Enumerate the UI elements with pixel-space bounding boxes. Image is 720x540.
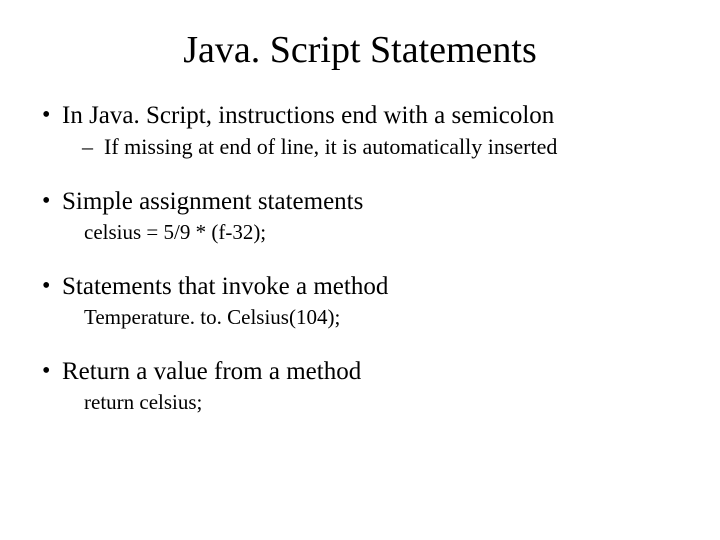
code-example: Temperature. to. Celsius(104); xyxy=(62,305,690,330)
sub-list: If missing at end of line, it is automat… xyxy=(62,134,690,160)
bullet-list: In Java. Script, instructions end with a… xyxy=(30,102,690,415)
code-example: celsius = 5/9 * (f-32); xyxy=(62,220,690,245)
sub-text: If missing at end of line, it is automat… xyxy=(104,134,557,159)
list-item: Simple assignment statements celsius = 5… xyxy=(38,188,690,245)
bullet-text: Return a value from a method xyxy=(62,358,361,385)
bullet-text: Statements that invoke a method xyxy=(62,273,388,300)
list-item: Return a value from a method return cels… xyxy=(38,358,690,415)
bullet-text: Simple assignment statements xyxy=(62,188,363,215)
list-item: Statements that invoke a method Temperat… xyxy=(38,273,690,330)
sub-item: If missing at end of line, it is automat… xyxy=(82,134,690,160)
list-item: In Java. Script, instructions end with a… xyxy=(38,102,690,160)
slide-title: Java. Script Statements xyxy=(30,28,690,72)
code-example: return celsius; xyxy=(62,390,690,415)
bullet-text: In Java. Script, instructions end with a… xyxy=(62,102,554,129)
